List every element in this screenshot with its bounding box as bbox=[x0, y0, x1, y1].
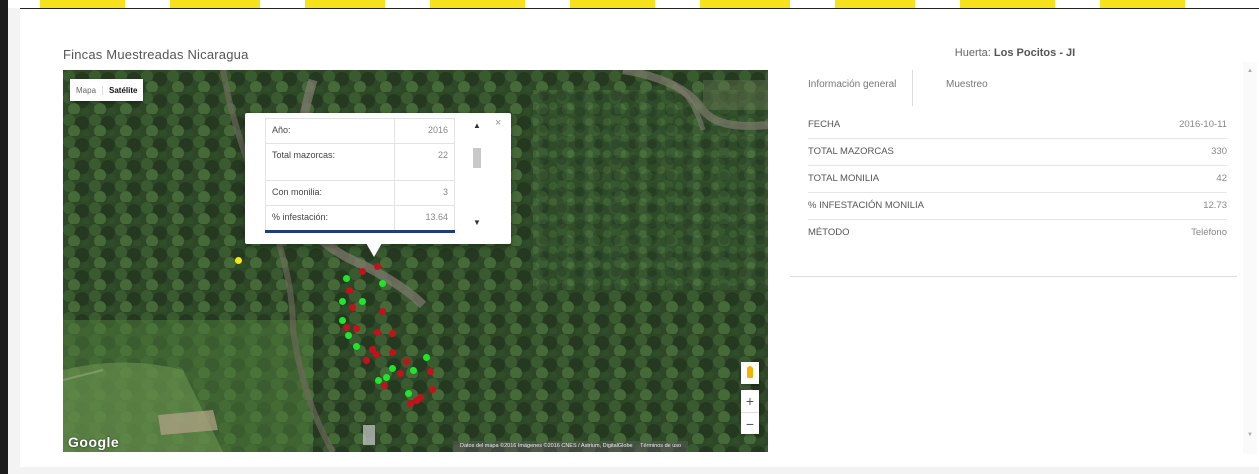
map-marker-red[interactable] bbox=[363, 357, 370, 364]
popup-label: % infestación: bbox=[265, 205, 395, 231]
top-accent-band bbox=[0, 0, 1259, 8]
satellite-map[interactable]: Mapa Satélite Año: 2016 Total mazorcas: … bbox=[63, 70, 768, 452]
pegman-icon[interactable] bbox=[741, 362, 759, 384]
map-marker-red[interactable] bbox=[374, 329, 381, 336]
popup-label: Año: bbox=[265, 118, 395, 144]
info-key: MÉTODO bbox=[808, 227, 850, 238]
map-title: Fincas Muestreadas Nicaragua bbox=[63, 47, 249, 62]
map-marker-green[interactable] bbox=[405, 390, 412, 397]
map-marker-red[interactable] bbox=[346, 287, 353, 294]
terms-link[interactable]: Términos de uso bbox=[637, 443, 684, 449]
map-marker-green[interactable] bbox=[339, 298, 346, 305]
general-info-table: FECHA 2016-10-11 TOTAL MAZORCAS 330 TOTA… bbox=[790, 112, 1237, 277]
map-marker-green[interactable] bbox=[345, 332, 352, 339]
info-tabs: Información general Muestreo bbox=[790, 70, 1240, 106]
map-marker-red[interactable] bbox=[343, 324, 350, 331]
map-marker-green[interactable] bbox=[389, 365, 396, 372]
info-value: 330 bbox=[1211, 146, 1227, 157]
popup-row: Total mazorcas: 22 bbox=[265, 143, 456, 181]
popup-pointer bbox=[366, 243, 382, 257]
info-row: FECHA 2016-10-11 bbox=[808, 112, 1227, 139]
google-logo: Google bbox=[68, 434, 120, 450]
arrow-down-icon[interactable]: ▼ bbox=[473, 218, 481, 227]
popup-table: Año: 2016 Total mazorcas: 22 Con monilia… bbox=[265, 118, 456, 231]
info-value: 12.73 bbox=[1203, 200, 1227, 211]
scroll-down-icon[interactable]: ▼ bbox=[1247, 432, 1253, 438]
map-marker-green[interactable] bbox=[383, 374, 390, 381]
map-marker-green[interactable] bbox=[410, 367, 417, 374]
map-marker-red[interactable] bbox=[413, 397, 420, 404]
popup-scrollbar[interactable]: ▲ ▼ bbox=[471, 121, 483, 231]
map-marker-yellow[interactable] bbox=[235, 257, 242, 264]
map-marker-red[interactable] bbox=[373, 351, 380, 358]
farm-name: Los Pocitos - JI bbox=[993, 47, 1076, 59]
left-frame-border bbox=[0, 0, 8, 474]
map-marker-red[interactable] bbox=[403, 358, 410, 365]
tab-sampling[interactable]: Muestreo bbox=[946, 70, 988, 106]
scroll-up-icon[interactable]: ▲ bbox=[1247, 68, 1253, 74]
panel-title-prefix: Huerta: bbox=[954, 47, 991, 59]
map-marker-red[interactable] bbox=[389, 349, 396, 356]
map-marker-green[interactable] bbox=[359, 298, 366, 305]
scroll-thumb[interactable] bbox=[473, 148, 481, 168]
info-value: Teléfono bbox=[1191, 227, 1227, 238]
popup-label: Total mazorcas: bbox=[265, 143, 395, 181]
map-marker-red[interactable] bbox=[374, 263, 381, 270]
info-row: % INFESTACIÓN MONILIA 12.73 bbox=[808, 193, 1227, 220]
info-key: FECHA bbox=[808, 119, 841, 130]
info-value: 2016-10-11 bbox=[1179, 119, 1227, 130]
info-key: TOTAL MONILIA bbox=[808, 173, 880, 184]
panel-title: Huerta: Los Pocitos - JI bbox=[790, 47, 1240, 59]
map-type-map[interactable]: Mapa bbox=[70, 86, 102, 95]
map-marker-green[interactable] bbox=[423, 354, 430, 361]
info-value: 42 bbox=[1216, 173, 1227, 184]
popup-row: % infestación: 13.64 bbox=[265, 205, 456, 231]
attribution-text: Datos del mapa ©2016 Imágenes ©2016 CNES… bbox=[460, 443, 633, 449]
map-marker-red[interactable] bbox=[381, 382, 388, 389]
arrow-up-icon[interactable]: ▲ bbox=[473, 121, 481, 130]
zoom-control: + − bbox=[741, 390, 759, 434]
map-marker-red[interactable] bbox=[429, 386, 436, 393]
info-row: TOTAL MAZORCAS 330 bbox=[808, 139, 1227, 166]
popup-value: 22 bbox=[393, 143, 456, 181]
popup-value: 13.64 bbox=[393, 205, 456, 231]
popup-value: 2016 bbox=[393, 118, 456, 144]
popup-value: 3 bbox=[393, 180, 456, 206]
map-type-control: Mapa Satélite bbox=[70, 79, 144, 101]
map-type-satellite[interactable]: Satélite bbox=[102, 85, 143, 95]
map-marker-red[interactable] bbox=[389, 330, 396, 337]
map-marker-green[interactable] bbox=[353, 343, 360, 350]
map-marker-red[interactable] bbox=[359, 268, 366, 275]
map-attribution: Datos del mapa ©2016 Imágenes ©2016 CNES… bbox=[453, 441, 689, 452]
map-marker-red[interactable] bbox=[379, 308, 386, 315]
close-icon[interactable]: × bbox=[495, 117, 501, 129]
map-marker-red[interactable] bbox=[397, 370, 404, 377]
map-marker-red[interactable] bbox=[353, 325, 360, 332]
map-marker-green[interactable] bbox=[343, 275, 350, 282]
zoom-in-button[interactable]: + bbox=[741, 390, 759, 413]
popup-row: Con monilia: 3 bbox=[265, 180, 456, 206]
marker-info-popup: Año: 2016 Total mazorcas: 22 Con monilia… bbox=[245, 113, 511, 244]
page-scrollbar[interactable]: ▲ ▼ bbox=[1243, 62, 1257, 454]
info-row: TOTAL MONILIA 42 bbox=[808, 166, 1227, 193]
popup-row: Año: 2016 bbox=[265, 118, 456, 144]
popup-progress-bar bbox=[265, 230, 455, 233]
map-marker-red[interactable] bbox=[427, 368, 434, 375]
zoom-out-button[interactable]: − bbox=[741, 413, 759, 435]
info-row: MÉTODO Teléfono bbox=[808, 220, 1227, 246]
info-key: TOTAL MAZORCAS bbox=[808, 146, 894, 157]
info-key: % INFESTACIÓN MONILIA bbox=[808, 200, 924, 211]
map-marker-green[interactable] bbox=[379, 280, 386, 287]
popup-label: Con monilia: bbox=[265, 180, 395, 206]
map-marker-green[interactable] bbox=[339, 317, 346, 324]
map-marker-red[interactable] bbox=[349, 304, 356, 311]
tab-general-info[interactable]: Información general bbox=[808, 70, 914, 106]
